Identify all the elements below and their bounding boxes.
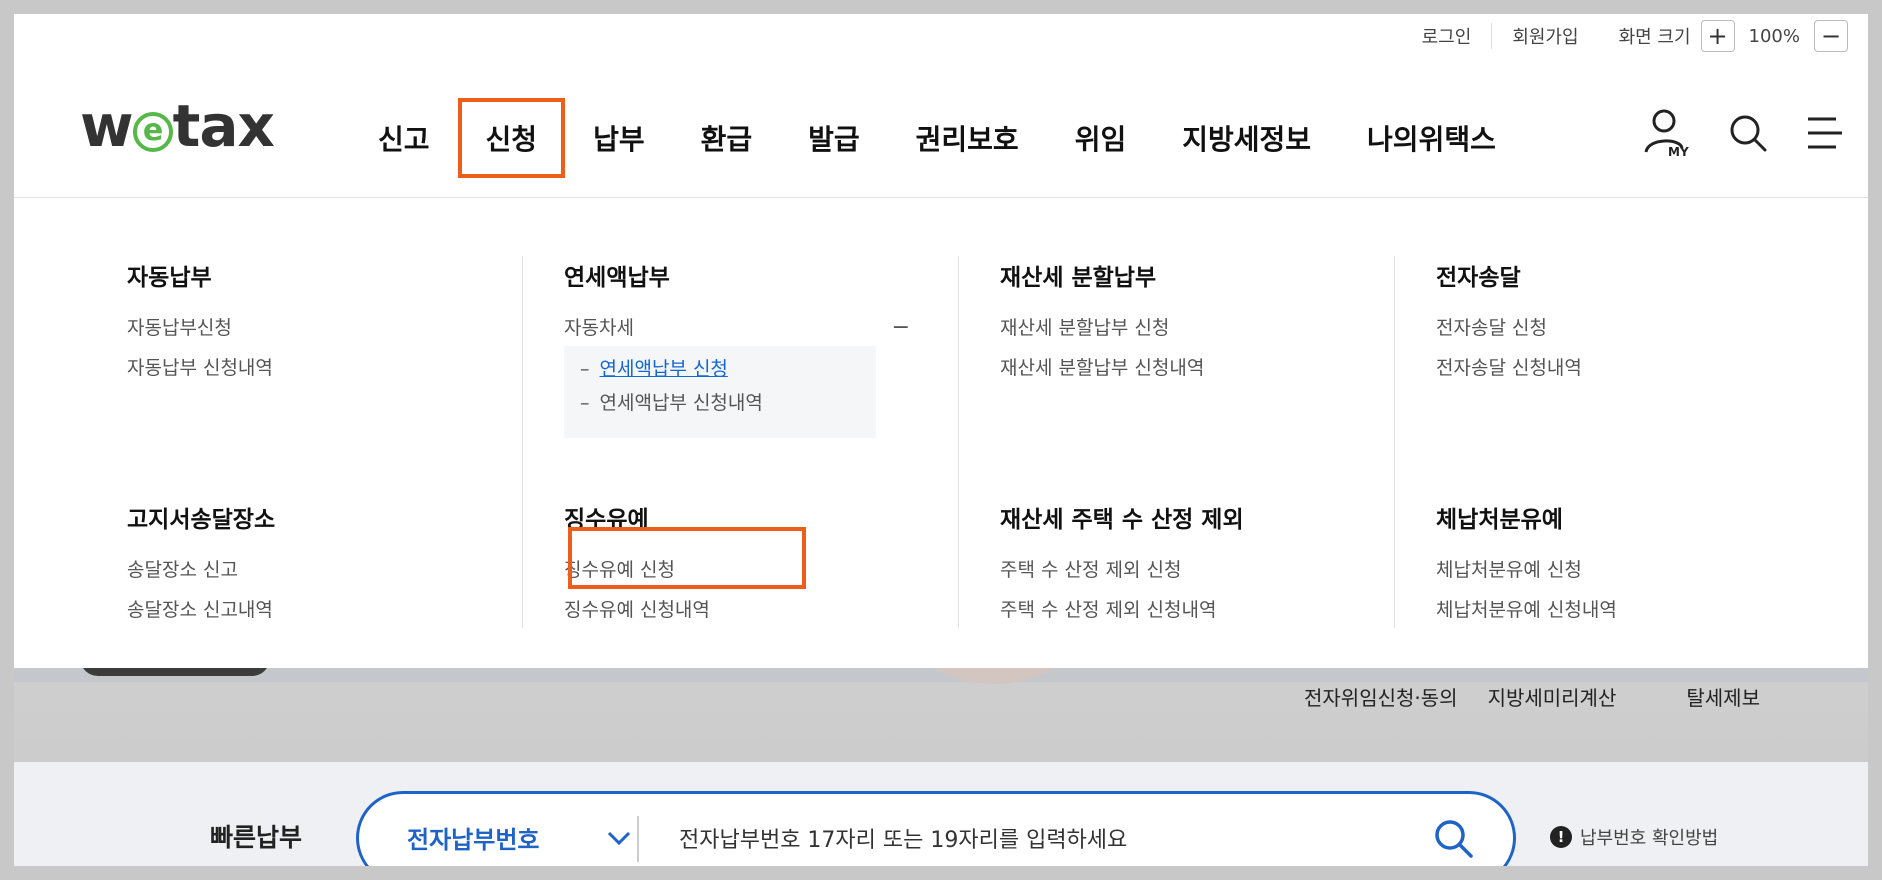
nav-payment[interactable]: 납부 — [565, 98, 673, 178]
menu-link-annual-pay-apply[interactable]: – 연세액납부 신청 — [580, 352, 860, 386]
menu-link-annual-pay-history[interactable]: – 연세액납부 신청내역 — [580, 386, 860, 420]
login-link[interactable]: 로그인 — [1402, 23, 1493, 49]
logo-e-icon: e — [132, 112, 173, 152]
info-icon: ! — [1550, 826, 1572, 848]
my-icon-label: MY — [1668, 145, 1689, 158]
collapse-icon[interactable]: − — [892, 308, 910, 348]
menu-link-house-exclude-history[interactable]: 주택 수 산정 제외 신청내역 — [1000, 590, 1434, 630]
menu-group-annual-pay: 연세액납부 자동차세 − – 연세액납부 신청 – 연세액납부 신청내역 — [564, 258, 998, 438]
menu-sub-vehicle-tax[interactable]: 자동차세 − — [564, 308, 910, 348]
header-icons: MY — [1644, 108, 1844, 158]
logo-text-tax: tax — [172, 92, 275, 160]
wetax-logo[interactable]: w e tax — [80, 92, 275, 160]
quick-link-tax-calculator[interactable]: 지방세미리계산 — [1488, 682, 1617, 711]
utility-bar: 로그인 회원가입 화면 크기 + 100% − — [1402, 20, 1848, 52]
zoom-level: 100% — [1748, 25, 1800, 47]
menu-link-house-exclude-apply[interactable]: 주택 수 산정 제외 신청 — [1000, 550, 1434, 590]
nav-rights-protection[interactable]: 권리보호 — [888, 98, 1047, 178]
chevron-down-icon[interactable] — [599, 818, 639, 858]
search-icon[interactable] — [1728, 113, 1768, 153]
quick-link-tax-report[interactable]: 탈세제보 — [1686, 682, 1760, 711]
divider — [637, 816, 639, 862]
menu-group-disposition-defer: 체납처분유예 체납처분유예 신청 체납처분유예 신청내역 — [1436, 500, 1868, 630]
payment-number-help-link[interactable]: ! 납부번호 확인방법 — [1550, 824, 1718, 850]
page: 전자위임신청·동의 지방세미리계산 탈세제보 빠른납부 전자납부번호 전자납부번… — [14, 14, 1868, 866]
menu-group-title[interactable]: 재산세 주택 수 산정 제외 — [1000, 500, 1434, 534]
zoom-out-button[interactable]: − — [1814, 20, 1848, 52]
quick-link-e-delegation[interactable]: 전자위임신청·동의 — [1304, 682, 1458, 711]
quick-links: 전자위임신청·동의 지방세미리계산 탈세제보 — [1304, 682, 1864, 711]
zoom-in-button[interactable]: + — [1700, 20, 1735, 52]
menu-link-notice-place-history[interactable]: 송달장소 신고내역 — [127, 590, 561, 630]
payment-type-select[interactable]: 전자납부번호 — [407, 820, 539, 855]
dash-icon: – — [580, 392, 590, 414]
menu-group-title[interactable]: 체납처분유예 — [1436, 500, 1868, 534]
menu-link-e-delivery-history[interactable]: 전자송달 신청내역 — [1436, 348, 1868, 388]
menu-group-auto-pay: 자동납부 자동납부신청 자동납부 신청내역 — [127, 258, 561, 388]
menu-group-collection-defer: 징수유예 징수유예 신청 징수유예 신청내역 — [564, 500, 998, 630]
menu-group-title[interactable]: 자동납부 — [127, 258, 561, 292]
nav-application[interactable]: 신청 — [457, 98, 566, 178]
menu-link-e-delivery-apply[interactable]: 전자송달 신청 — [1436, 308, 1868, 348]
nav-issuance[interactable]: 발급 — [780, 98, 888, 178]
menu-link-notice-place-report[interactable]: 송달장소 신고 — [127, 550, 561, 590]
menu-link-disposition-defer-history[interactable]: 체납처분유예 신청내역 — [1436, 590, 1868, 630]
fast-pay-search: 전자납부번호 전자납부번호 17자리 또는 19자리를 입력하세요 — [356, 791, 1516, 866]
menu-sub-list: – 연세액납부 신청 – 연세액납부 신청내역 — [564, 346, 876, 438]
menu-link-disposition-defer-apply[interactable]: 체납처분유예 신청 — [1436, 550, 1868, 590]
menu-link-auto-pay-apply[interactable]: 자동납부신청 — [127, 308, 561, 348]
menu-link-property-split-apply[interactable]: 재산세 분할납부 신청 — [1000, 308, 1434, 348]
nav-report[interactable]: 신고 — [350, 98, 458, 178]
nav-local-tax-info[interactable]: 지방세정보 — [1154, 98, 1339, 178]
menu-link-collection-defer-history[interactable]: 징수유예 신청내역 — [564, 590, 998, 630]
logo-text-w: w — [80, 92, 134, 160]
application-dropdown-menu: 자동납부 자동납부신청 자동납부 신청내역 연세액납부 자동차세 − – 연세액납… — [14, 198, 1868, 668]
fast-pay-label: 빠른납부 — [210, 823, 303, 852]
my-page-icon[interactable]: MY — [1644, 108, 1692, 158]
main-nav: 신고 신청 납부 환급 발급 권리보호 위임 지방세정보 나의위택스 — [350, 98, 1524, 178]
menu-group-property-split: 재산세 분할납부 재산세 분할납부 신청 재산세 분할납부 신청내역 — [1000, 258, 1434, 388]
menu-group-title[interactable]: 징수유예 — [564, 500, 998, 534]
menu-link-auto-pay-history[interactable]: 자동납부 신청내역 — [127, 348, 561, 388]
menu-icon[interactable] — [1804, 115, 1844, 151]
nav-my-wetax[interactable]: 나의위택스 — [1339, 98, 1524, 178]
nav-refund[interactable]: 환급 — [673, 98, 781, 178]
menu-link-property-split-history[interactable]: 재산세 분할납부 신청내역 — [1000, 348, 1434, 388]
menu-sub-title: 자동차세 — [564, 317, 634, 339]
nav-delegation[interactable]: 위임 — [1047, 98, 1155, 178]
menu-link-label: 연세액납부 신청 — [599, 358, 728, 380]
menu-group-house-exclude: 재산세 주택 수 산정 제외 주택 수 산정 제외 신청 주택 수 산정 제외 … — [1000, 500, 1434, 630]
help-link-label: 납부번호 확인방법 — [1580, 828, 1719, 849]
payment-number-input[interactable]: 전자납부번호 17자리 또는 19자리를 입력하세요 — [679, 822, 1127, 854]
dash-icon: – — [580, 358, 590, 380]
menu-group-title[interactable]: 재산세 분할납부 — [1000, 258, 1434, 292]
menu-group-title[interactable]: 전자송달 — [1436, 258, 1868, 292]
screen-size-label: 화면 크기 — [1618, 27, 1691, 48]
menu-group-e-delivery: 전자송달 전자송달 신청 전자송달 신청내역 — [1436, 258, 1868, 388]
menu-link-collection-defer-apply[interactable]: 징수유예 신청 — [564, 550, 998, 590]
menu-link-label: 연세액납부 신청내역 — [599, 392, 763, 414]
search-icon[interactable] — [1429, 814, 1477, 862]
menu-group-notice-place: 고지서송달장소 송달장소 신고 송달장소 신고내역 — [127, 500, 561, 630]
menu-group-title[interactable]: 고지서송달장소 — [127, 500, 561, 534]
signup-link[interactable]: 회원가입 — [1492, 23, 1598, 49]
menu-group-title[interactable]: 연세액납부 — [564, 258, 998, 292]
site-header: 로그인 회원가입 화면 크기 + 100% − w e tax 신고 신청 납부 환… — [14, 14, 1868, 198]
